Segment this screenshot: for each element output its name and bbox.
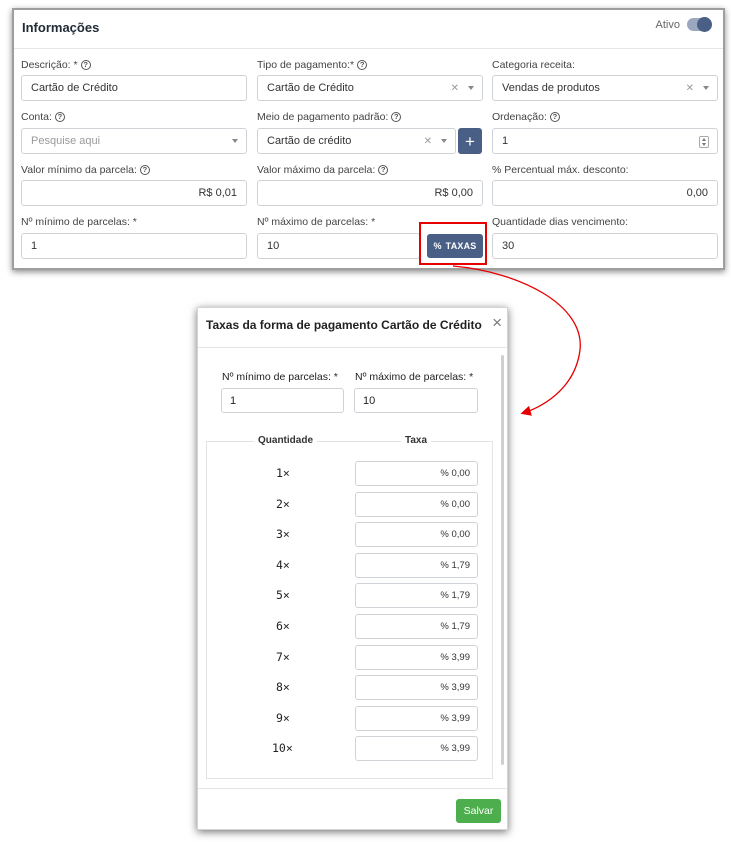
tipo-pagamento-select[interactable]: Cartão de Crédito ✕ [257, 75, 483, 101]
taxas-modal: Taxas da forma de pagamento Cartão de Cr… [197, 307, 508, 830]
rate-input[interactable]: % 3,99 [355, 736, 478, 762]
rate-quantity: 1× [276, 466, 290, 480]
panel-divider [14, 48, 723, 49]
rate-input[interactable]: % 1,79 [355, 583, 478, 609]
rate-input[interactable]: % 1,79 [355, 552, 478, 578]
rate-input[interactable]: % 3,99 [355, 705, 478, 731]
ativo-toggle[interactable] [687, 17, 712, 32]
close-icon[interactable]: × [492, 314, 502, 331]
rates-list: 1× % 0,00 2× % 0,00 3× % 0,00 4× % 1,79 5× % … [206, 461, 493, 767]
help-circle-icon[interactable]: ? [54, 112, 65, 122]
rate-input[interactable]: % 0,00 [355, 522, 478, 548]
max-parcelas-label: Nº máximo de parcelas: * [257, 216, 376, 228]
categoria-receita-label: Categoria receita: [492, 59, 575, 71]
valor-min-parcela-label: Valor mínimo da parcela: ? [21, 164, 150, 176]
modal-min-parcelas-label: Nº mínimo de parcelas: * [222, 371, 338, 383]
categoria-receita-select[interactable]: Vendas de produtos ✕ [492, 75, 718, 101]
rate-quantity: 3× [276, 527, 290, 542]
descricao-label: Descrição: * ? [21, 59, 91, 71]
rate-row: 8× % 3,99 [206, 675, 493, 706]
informacoes-panel: Informações Ativo Descrição: * ? Cartão … [12, 8, 725, 270]
max-parcelas-input[interactable]: 10 [257, 233, 420, 259]
rate-input[interactable]: % 1,79 [355, 613, 478, 639]
rate-quantity: 7× [276, 649, 290, 664]
add-meio-pagamento-button[interactable]: + [458, 128, 482, 154]
modal-scrollbar[interactable] [501, 355, 504, 765]
panel-title: Informações [22, 20, 100, 35]
rate-input[interactable]: % 3,99 [355, 675, 478, 701]
rate-quantity: 6× [276, 618, 290, 633]
col-quantidade-header: Quantidade [254, 435, 318, 446]
meio-pagamento-label: Meio de pagamento padrão: ? [257, 111, 402, 123]
valor-max-parcela-input[interactable]: R$ 0,00 [257, 180, 483, 206]
col-taxa-header: Taxa [401, 435, 432, 446]
rate-input[interactable]: % 3,99 [355, 644, 478, 670]
rate-row: 6× % 1,79 [206, 613, 493, 645]
descricao-input[interactable]: Cartão de Crédito [21, 75, 247, 101]
chevron-down-icon[interactable] [703, 86, 709, 90]
chevron-down-icon[interactable] [441, 139, 447, 143]
percentual-desconto-input[interactable]: 0,00 [492, 180, 718, 206]
valor-min-parcela-input[interactable]: R$ 0,01 [21, 180, 247, 206]
ordenacao-label: Ordenação: ? [492, 111, 560, 123]
rate-row: 7× % 3,99 [206, 644, 493, 676]
modal-max-parcelas-input[interactable]: 10 [354, 388, 478, 413]
rate-row: 1× % 0,00 [206, 461, 493, 492]
clear-x-icon[interactable]: ✕ [686, 83, 694, 94]
rate-quantity: 10× [272, 741, 293, 756]
rate-row: 10× % 3,99 [206, 736, 493, 767]
meio-pagamento-select[interactable]: Cartão de crédito ✕ [257, 128, 456, 154]
clear-x-icon[interactable]: ✕ [451, 83, 459, 94]
ativo-label: Ativo [655, 18, 680, 31]
save-button[interactable]: Salvar [456, 799, 501, 823]
rate-quantity: 4× [276, 557, 290, 572]
chevron-down-icon[interactable] [468, 86, 474, 90]
rate-row: 5× % 1,79 [206, 583, 493, 614]
conta-select[interactable]: Pesquise aqui [21, 128, 247, 154]
percentual-desconto-label: % Percentual máx. desconto: [492, 164, 629, 176]
conta-label: Conta: ? [21, 111, 65, 123]
modal-footer-divider [198, 788, 507, 789]
number-stepper[interactable] [699, 136, 709, 148]
modal-min-parcelas-input[interactable]: 1 [221, 388, 344, 413]
taxas-highlight-box [419, 222, 487, 265]
ordenacao-input[interactable]: 1 [492, 128, 718, 154]
rate-row: 2× % 0,00 [206, 491, 493, 523]
dias-vencimento-input[interactable]: 30 [492, 233, 718, 259]
min-parcelas-input[interactable]: 1 [21, 233, 247, 259]
rate-quantity: 5× [276, 588, 290, 603]
modal-title: Taxas da forma de pagamento Cartão de Cr… [206, 318, 482, 332]
rate-quantity: 9× [276, 710, 290, 725]
help-circle-icon[interactable]: ? [549, 112, 560, 122]
rate-row: 4× % 1,79 [206, 552, 493, 584]
ativo-toggle-group: Ativo [655, 17, 712, 32]
clear-x-icon[interactable]: ✕ [424, 136, 432, 147]
help-circle-icon[interactable]: ? [139, 165, 150, 175]
help-circle-icon[interactable]: ? [357, 60, 368, 70]
rate-input[interactable]: % 0,00 [355, 491, 478, 517]
help-circle-icon[interactable]: ? [391, 112, 402, 122]
help-circle-icon[interactable]: ? [378, 165, 389, 175]
modal-max-parcelas-label: Nº máximo de parcelas: * [355, 371, 474, 383]
rate-row: 9× % 3,99 [206, 705, 493, 737]
rate-quantity: 2× [276, 496, 290, 511]
modal-header-divider [198, 347, 507, 348]
rate-row: 3× % 0,00 [206, 522, 493, 553]
dias-vencimento-label: Quantidade dias vencimento: [492, 216, 629, 228]
rate-quantity: 8× [276, 680, 290, 695]
help-circle-icon[interactable]: ? [80, 60, 91, 70]
min-parcelas-label: Nº mínimo de parcelas: * [21, 216, 137, 228]
chevron-down-icon[interactable] [232, 139, 238, 143]
valor-max-parcela-label: Valor máximo da parcela: ? [257, 164, 389, 176]
tipo-pagamento-label: Tipo de pagamento:* ? [257, 59, 368, 71]
rate-input[interactable]: % 0,00 [355, 461, 478, 486]
